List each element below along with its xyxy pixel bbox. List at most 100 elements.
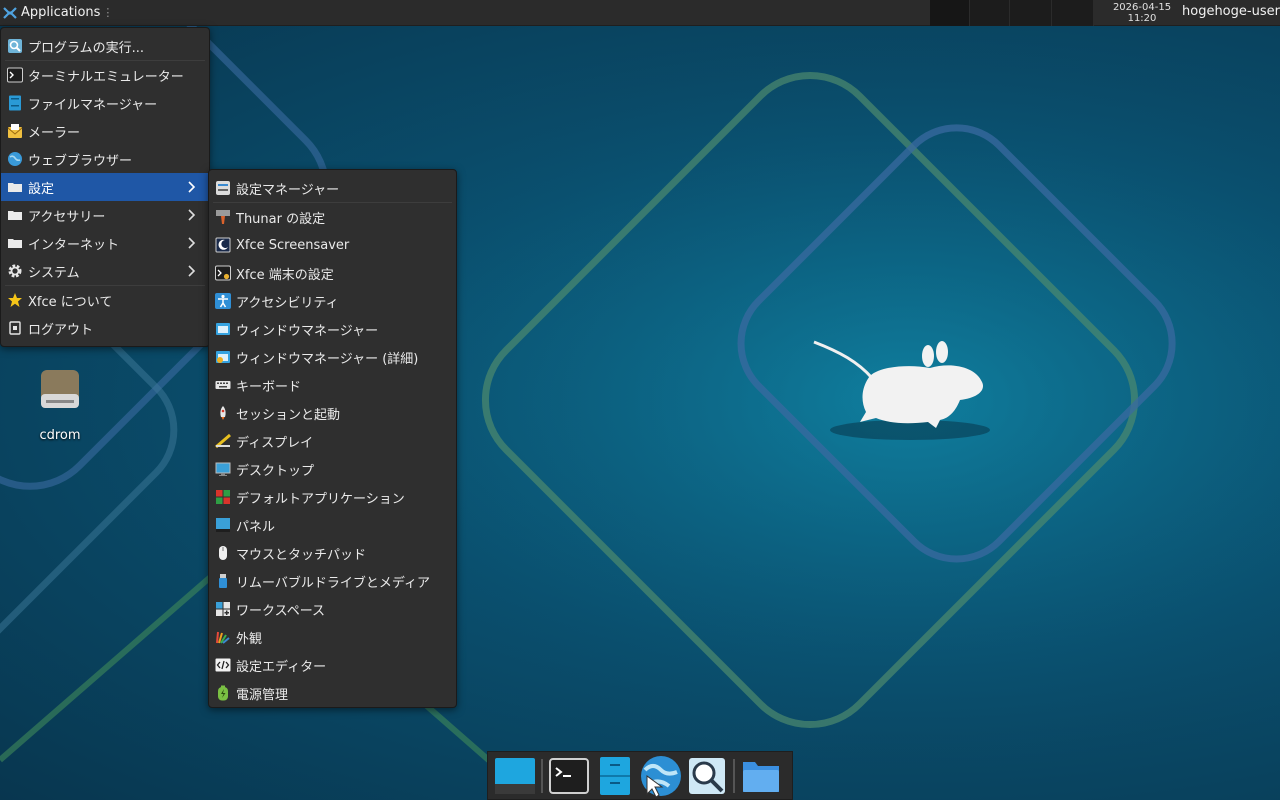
chevron-right-icon	[188, 209, 196, 221]
drive-icon	[41, 370, 79, 408]
appearance-icon	[215, 629, 231, 645]
applications-menu-button[interactable]: Applications ⋮	[0, 0, 117, 26]
menu-item-label: インターネット	[28, 237, 120, 253]
menu-item-label: デスクトップ	[236, 463, 315, 479]
window-manager-icon	[215, 321, 231, 337]
applications-menu: プログラムの実行... ターミナルエミュレーター ファイルマネージャー メーラー…	[0, 27, 210, 347]
app-finder-icon	[689, 757, 725, 794]
workspace-2[interactable]	[970, 0, 1010, 26]
display-icon	[215, 433, 231, 449]
workspaces-icon	[215, 601, 231, 617]
screensaver-icon	[215, 237, 231, 253]
terminal-settings-icon	[215, 265, 231, 281]
file-manager-icon	[7, 95, 23, 111]
menu-item-appearance[interactable]: 外観	[209, 623, 456, 651]
menu-item-settings-manager[interactable]: 設定マネージャー	[209, 174, 456, 202]
menu-item-panel[interactable]: パネル	[209, 511, 456, 539]
run-program-icon	[7, 38, 23, 54]
folder-icon	[7, 235, 23, 251]
menu-item-workspaces[interactable]: ワークスペース	[209, 595, 456, 623]
menu-item-label: メーラー	[28, 125, 81, 141]
menu-item-removable-drives[interactable]: リムーバブルドライブとメディア	[209, 567, 456, 595]
menu-item-label: ターミナルエミュレーター	[28, 69, 184, 85]
menu-item-accessibility[interactable]: アクセシビリティ	[209, 287, 456, 315]
menu-item-terminal[interactable]: ターミナルエミュレーター	[1, 61, 209, 89]
dock-show-desktop[interactable]	[492, 753, 538, 799]
file-manager-icon	[600, 756, 630, 795]
menu-item-settings[interactable]: 設定	[1, 173, 209, 201]
xfce-logo-icon	[3, 6, 17, 19]
menu-item-internet[interactable]: インターネット	[1, 229, 209, 257]
terminal-icon	[7, 67, 23, 83]
menu-item-label: 外観	[236, 631, 263, 647]
user-menu[interactable]: hogehoge-user	[1182, 4, 1280, 19]
default-applications-icon	[215, 489, 231, 505]
chevron-right-icon	[188, 237, 196, 249]
menu-item-mail[interactable]: メーラー	[1, 117, 209, 145]
desktop-icon-cdrom[interactable]: cdrom	[25, 368, 95, 443]
code-icon	[215, 657, 231, 673]
menu-item-label: 設定エディター	[236, 659, 327, 675]
menu-item-display[interactable]: ディスプレイ	[209, 427, 456, 455]
clock-date: 2026-04-15	[1112, 2, 1172, 13]
clock-time: 11:20	[1127, 13, 1157, 24]
menu-item-label: Xfce 端末の設定	[236, 267, 334, 283]
menu-item-about-xfce[interactable]: Xfce について	[1, 286, 209, 314]
menu-item-terminal-settings[interactable]: Xfce 端末の設定	[209, 259, 456, 287]
battery-icon	[215, 685, 231, 701]
dock-separator	[541, 758, 543, 793]
menu-item-mouse-touchpad[interactable]: マウスとタッチパッド	[209, 539, 456, 567]
chevron-right-icon	[188, 265, 196, 277]
web-browser-icon	[7, 151, 23, 167]
menu-item-run-program[interactable]: プログラムの実行...	[1, 32, 209, 60]
menu-item-screensaver[interactable]: Xfce Screensaver	[209, 231, 456, 259]
menu-item-label: ウェブブラウザー	[28, 153, 133, 169]
menu-item-label: セッションと起動	[236, 407, 341, 423]
menu-item-label: システム	[28, 265, 80, 281]
web-browser-icon	[641, 755, 681, 798]
menu-item-label: アクセシビリティ	[236, 295, 339, 311]
menu-item-label: Xfce Screensaver	[236, 237, 350, 253]
menu-item-logout[interactable]: ログアウト	[1, 314, 209, 342]
top-panel: Applications ⋮ 2026-04-15 11:20 hogehoge…	[0, 0, 1280, 26]
workspace-4[interactable]	[1052, 0, 1094, 26]
desktop-icon-label: cdrom	[39, 428, 81, 443]
menu-item-label: 設定マネージャー	[236, 182, 340, 198]
menu-item-file-manager[interactable]: ファイルマネージャー	[1, 89, 209, 117]
menu-item-window-manager[interactable]: ウィンドウマネージャー	[209, 315, 456, 343]
menu-item-keyboard[interactable]: キーボード	[209, 371, 456, 399]
window-manager-tweaks-icon	[215, 349, 231, 365]
clock[interactable]: 2026-04-15 11:20	[1106, 2, 1178, 24]
thunar-settings-icon	[215, 209, 231, 225]
menu-item-web-browser[interactable]: ウェブブラウザー	[1, 145, 209, 173]
workspace-switcher[interactable]	[930, 0, 1094, 26]
workspace-1[interactable]	[930, 0, 970, 26]
menu-item-label: ログアウト	[28, 322, 94, 338]
menu-item-power-manager[interactable]: 電源管理	[209, 679, 456, 707]
menu-item-thunar-settings[interactable]: Thunar の設定	[209, 203, 456, 231]
terminal-icon	[549, 757, 589, 794]
menu-item-accessories[interactable]: アクセサリー	[1, 201, 209, 229]
panel-handle-icon[interactable]: ⋮	[102, 6, 113, 19]
folder-icon	[7, 179, 23, 195]
workspace-3[interactable]	[1010, 0, 1052, 26]
mail-icon	[7, 123, 23, 139]
menu-item-label: ウィンドウマネージャー	[236, 323, 379, 339]
menu-item-session-startup[interactable]: セッションと起動	[209, 399, 456, 427]
menu-item-label: ワークスペース	[236, 603, 326, 619]
dock-web-browser[interactable]	[638, 753, 684, 799]
menu-item-label: マウスとタッチパッド	[236, 547, 367, 563]
menu-item-window-manager-tweaks[interactable]: ウィンドウマネージャー (詳細)	[209, 343, 456, 371]
menu-item-system[interactable]: システム	[1, 257, 209, 285]
dock-home-folder[interactable]	[738, 753, 784, 799]
menu-item-default-applications[interactable]: デフォルトアプリケーション	[209, 483, 456, 511]
menu-item-label: パネル	[236, 519, 276, 535]
dock-file-manager[interactable]	[592, 753, 638, 799]
bottom-dock	[487, 751, 793, 800]
dock-app-finder[interactable]	[684, 753, 730, 799]
menu-item-label: ウィンドウマネージャー (詳細)	[236, 351, 419, 367]
menu-item-desktop[interactable]: デスクトップ	[209, 455, 456, 483]
dock-terminal[interactable]	[546, 753, 592, 799]
menu-item-settings-editor[interactable]: 設定エディター	[209, 651, 456, 679]
menu-item-label: 電源管理	[236, 687, 289, 703]
